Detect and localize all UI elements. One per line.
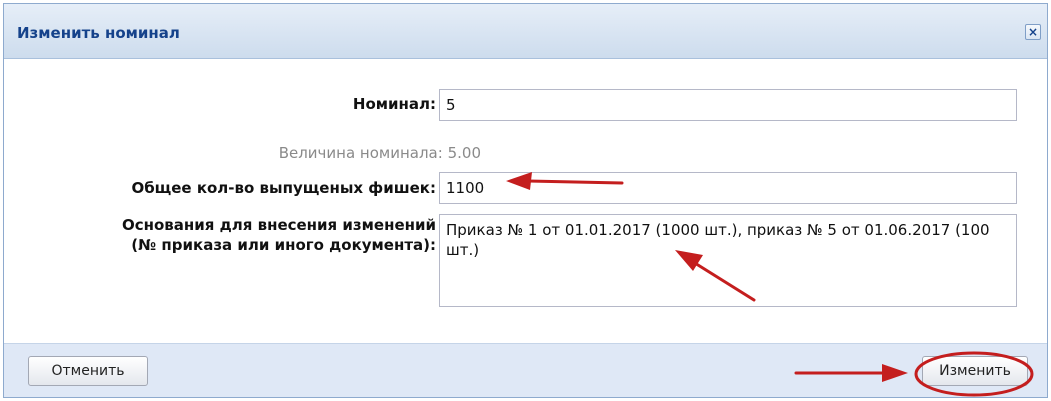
basis-label-line1: Основания для внесения изменений: [121, 216, 436, 234]
total-chips-label: Общее кол-во выпущеных фишек:: [131, 179, 436, 197]
basis-label-line2: (№ приказа или иного документа):: [131, 236, 436, 254]
nominal-size-display: Величина номинала: 5.00: [279, 144, 481, 162]
cancel-button[interactable]: Отменить: [28, 356, 148, 386]
basis-label: Основания для внесения изменений (№ прик…: [122, 215, 436, 255]
dialog-title: Изменить номинал: [17, 24, 180, 42]
nominal-size-label: Величина номинала:: [278, 144, 443, 162]
basis-textarea[interactable]: Приказ № 1 от 01.01.2017 (1000 шт.), при…: [439, 214, 1017, 307]
total-chips-input[interactable]: [439, 172, 1017, 204]
dialog-body: Номинал: Величина номинала: 5.00 Общее к…: [4, 59, 1047, 345]
nominal-label: Номинал:: [352, 95, 436, 113]
nominal-size-value: 5.00: [447, 144, 481, 162]
dialog-titlebar: Изменить номинал ×: [4, 4, 1047, 59]
close-icon[interactable]: ×: [1025, 24, 1041, 40]
change-nominal-dialog: Изменить номинал × Номинал: Величина ном…: [3, 3, 1048, 398]
dialog-footer: Отменить Изменить: [4, 343, 1047, 397]
nominal-input[interactable]: [439, 89, 1017, 121]
change-button[interactable]: Изменить: [922, 356, 1028, 386]
